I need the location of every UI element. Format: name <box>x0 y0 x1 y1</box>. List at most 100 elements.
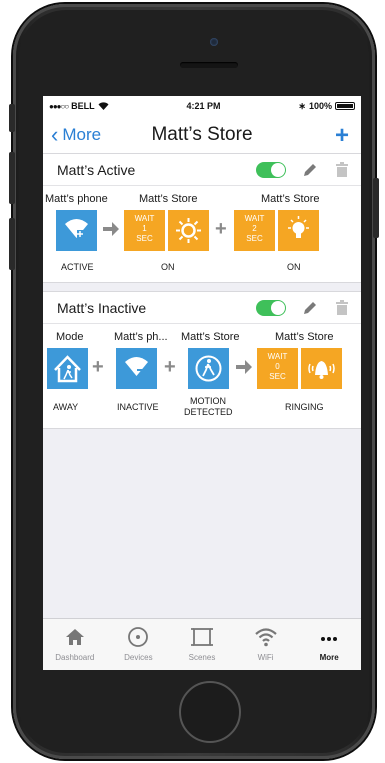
tile-label: DETECTED <box>184 407 233 417</box>
volume-up-button <box>9 152 15 204</box>
wait-tile[interactable]: WAIT 0 SEC <box>257 348 298 389</box>
delete-trash-icon[interactable] <box>336 162 348 177</box>
rule-title: Matt’s Active <box>57 161 136 178</box>
tab-bar: Dashboard Devices Scenes WiFi More <box>43 618 361 670</box>
arrow-right-icon <box>236 360 252 374</box>
status-time: 4:21 PM <box>186 101 221 111</box>
home-button[interactable] <box>179 681 241 743</box>
edit-pencil-icon[interactable] <box>302 162 318 178</box>
tab-more[interactable]: More <box>297 619 361 670</box>
back-label: More <box>62 125 102 144</box>
phone-wifi-icon <box>125 357 148 376</box>
earpiece-speaker <box>180 62 238 68</box>
tile-label: INACTIVE <box>117 402 159 412</box>
delete-trash-icon[interactable] <box>336 300 348 315</box>
wait-label: WAIT 2 SEC <box>244 214 265 243</box>
rule-enable-toggle[interactable] <box>256 161 286 178</box>
device-name: Matt’s Store <box>261 193 320 205</box>
rule-card-inactive: Matt’s Inactive Mode Matt’s ph... Matt’s… <box>43 291 361 429</box>
add-button[interactable]: + <box>335 122 349 150</box>
phone-inactive-tile[interactable] <box>116 348 157 389</box>
arrow-right-icon <box>103 222 119 236</box>
device-name: Matt’s ph... <box>114 331 168 343</box>
bell-icon <box>308 361 335 379</box>
toggle-knob <box>271 300 285 315</box>
tab-dashboard[interactable]: Dashboard <box>43 619 107 670</box>
plus-operator: + <box>92 356 104 378</box>
tab-label: WiFi <box>257 653 274 662</box>
rule-tiles-row: + + WAIT 0 SEC <box>43 346 361 394</box>
battery-status: ∗ 100% <box>298 101 355 112</box>
tile-label: ON <box>287 262 301 272</box>
more-icon <box>321 637 338 641</box>
device-name: Matt’s Store <box>181 331 240 343</box>
page-title: Matt’s Store <box>151 123 253 145</box>
tab-label: Scenes <box>188 653 216 662</box>
wifi-icon <box>254 628 277 647</box>
rule-card-active: Matt’s Active Matt’s phone Matt’s Store … <box>43 154 361 283</box>
chevron-left-icon: ‹ <box>51 122 59 147</box>
tab-label: More <box>319 653 339 662</box>
tab-devices[interactable]: Devices <box>107 619 171 670</box>
device-names-row: Matt’s phone Matt’s Store Matt’s Store <box>43 186 361 208</box>
phone-active-tile[interactable] <box>56 210 97 251</box>
toggle-knob <box>271 162 285 177</box>
device-name: Mode <box>56 331 84 343</box>
power-button <box>373 178 379 238</box>
motion-detected-tile[interactable] <box>188 348 229 389</box>
device-name: Matt’s Store <box>139 193 198 205</box>
tab-label: Devices <box>124 653 153 662</box>
plus-operator: + <box>215 218 227 240</box>
tile-label: ON <box>161 262 175 272</box>
navigation-bar: ‹ More Matt’s Store + <box>43 116 361 154</box>
carrier-signal: ●●●○○ BELL <box>49 101 109 111</box>
tile-labels-row: AWAY INACTIVE MOTION DETECTED RINGING <box>43 394 361 428</box>
device-names-row: Mode Matt’s ph... Matt’s Store Matt’s St… <box>43 324 361 346</box>
battery-icon <box>334 102 355 110</box>
front-camera <box>210 38 218 46</box>
rule-header: Matt’s Inactive <box>43 292 361 324</box>
status-bar: ●●●○○ BELL 4:21 PM ∗ 100% <box>43 96 361 116</box>
back-button[interactable]: ‹ More <box>51 122 102 147</box>
battery-percent: 100% <box>308 101 332 111</box>
alarm-ringing-tile[interactable] <box>301 348 342 389</box>
house-walking-icon <box>54 355 81 383</box>
device-name: Matt’s Store <box>275 331 334 343</box>
away-mode-tile[interactable] <box>47 348 88 389</box>
rule-tiles-row: WAIT 1 SEC + WAIT 2 SEC <box>43 208 361 256</box>
device-name: Matt’s phone <box>45 193 108 205</box>
tile-labels-row: ACTIVE ON ON <box>43 256 361 282</box>
tab-scenes[interactable]: Scenes <box>170 619 234 670</box>
bulb-on-tile[interactable] <box>278 210 319 251</box>
home-icon <box>65 629 84 645</box>
carrier-name: BELL <box>71 101 95 111</box>
tile-label: ACTIVE <box>61 262 94 272</box>
volume-down-button <box>9 218 15 270</box>
motion-sensor-icon <box>195 355 222 382</box>
wait-tile[interactable]: WAIT 2 SEC <box>234 210 275 251</box>
tile-label: RINGING <box>285 402 324 412</box>
rule-enable-toggle[interactable] <box>256 299 286 316</box>
scenes-icon <box>190 628 213 646</box>
devices-icon <box>128 627 149 647</box>
lightbulb-icon <box>288 216 309 238</box>
silent-switch <box>9 104 15 132</box>
plus-operator: + <box>164 356 176 378</box>
empty-content-area <box>43 429 361 569</box>
phone-wifi-icon <box>65 219 88 238</box>
tile-label: MOTION <box>190 396 226 406</box>
wait-tile[interactable]: WAIT 1 SEC <box>124 210 165 251</box>
app-screen: ●●●○○ BELL 4:21 PM ∗ 100% ‹ More Matt’s … <box>43 96 361 670</box>
tab-wifi[interactable]: WiFi <box>234 619 298 670</box>
tab-label: Dashboard <box>55 653 95 662</box>
sun-icon <box>176 218 201 243</box>
wait-label: WAIT 1 SEC <box>134 214 155 243</box>
rule-header: Matt’s Active <box>43 154 361 186</box>
wifi-status-icon <box>98 102 109 110</box>
wait-label: WAIT 0 SEC <box>267 352 288 381</box>
bluetooth-icon: ∗ <box>298 100 306 111</box>
signal-dots-icon: ●●●○○ <box>49 101 69 111</box>
light-on-tile[interactable] <box>168 210 209 251</box>
edit-pencil-icon[interactable] <box>302 300 318 316</box>
tile-label: AWAY <box>53 402 79 412</box>
